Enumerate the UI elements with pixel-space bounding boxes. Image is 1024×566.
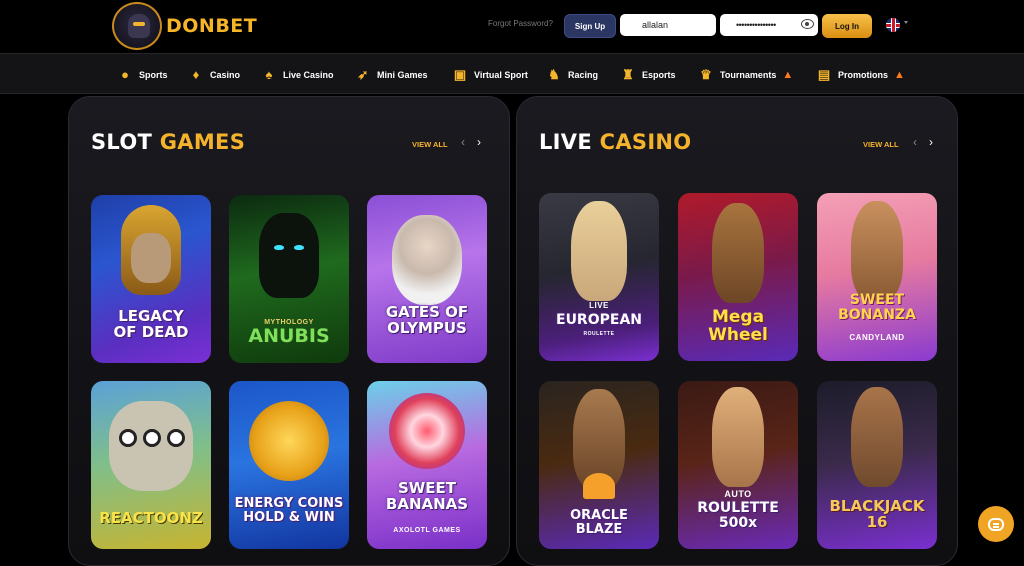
chat-icon: [988, 517, 1004, 531]
brand-name: DONBET: [166, 15, 258, 37]
game-subtitle: CANDYLAND: [849, 333, 905, 342]
fire-icon: ▲: [894, 68, 905, 81]
nav-label: Promotions: [838, 69, 889, 80]
nav-item-virtual-sport[interactable]: ▣ Virtual Sport: [452, 54, 528, 95]
nav-item-live-casino[interactable]: ♠ Live Casino: [261, 54, 334, 95]
live-card-blackjack-16[interactable]: BLACKJACK 16: [817, 381, 937, 549]
game-title: ENERGY COINS HOLD & WIN: [234, 496, 344, 525]
chat-button[interactable]: [978, 506, 1014, 542]
section-title: SLOT GAMES: [91, 130, 246, 154]
signup-button[interactable]: Sign Up: [564, 14, 616, 38]
game-title: EUROPEAN: [556, 312, 642, 328]
nav-label: Virtual Sport: [474, 69, 528, 80]
live-tag: LIVE: [589, 301, 609, 310]
game-card-mythology-anubis[interactable]: MYTHOLOGY ANUBIS: [229, 195, 349, 363]
eye-icon[interactable]: [801, 19, 814, 29]
top-bar: DONBET Forgot Password? Sign Up allalan …: [0, 0, 1024, 52]
nav-label: Racing: [568, 69, 599, 80]
mascot-icon: [112, 2, 162, 50]
nav-item-sports[interactable]: ● Sports: [117, 54, 168, 95]
chevron-down-icon[interactable]: [904, 21, 908, 24]
game-card-legacy-of-dead[interactable]: LEGACY OF DEAD: [91, 195, 211, 363]
fire-icon: ▲: [782, 68, 794, 81]
game-subtitle: ROULETTE: [583, 331, 615, 337]
live-card-european-roulette[interactable]: LIVE EUROPEAN ROULETTE: [539, 193, 659, 361]
game-title: BLACKJACK 16: [829, 497, 925, 531]
password-input[interactable]: •••••••••••••••: [720, 14, 818, 36]
game-title: ROULETTE 500x: [697, 500, 779, 531]
game-card-sweet-bananas[interactable]: SWEET BANANAS AXOLOTL GAMES: [367, 381, 487, 549]
game-title: REACTOONZ: [99, 509, 203, 527]
trophy-icon: ♛: [700, 66, 712, 82]
game-title: GATES OF OLYMPUS: [385, 303, 469, 337]
chevron-left-icon[interactable]: ‹: [461, 135, 465, 149]
nav-label: Live Casino: [283, 69, 334, 80]
game-title: SWEET BANANAS: [385, 479, 469, 513]
nav-item-mini-games[interactable]: ➶ Mini Games: [355, 54, 428, 95]
game-title: ORACLE BLAZE: [570, 508, 628, 537]
basketball-icon: ●: [121, 67, 129, 82]
nav-label: Esports: [642, 69, 676, 80]
game-card-gates-of-olympus[interactable]: GATES OF OLYMPUS: [367, 195, 487, 363]
live-card-auto-roulette[interactable]: AUTO ROULETTE 500x: [678, 381, 798, 549]
nav-label: Sports: [139, 69, 168, 80]
chevron-right-icon[interactable]: ›: [477, 135, 481, 149]
nav-label: Tournaments: [720, 69, 777, 80]
view-all-link[interactable]: VIEW ALL: [863, 140, 899, 149]
username-input[interactable]: allalan: [620, 14, 716, 36]
money-bag-icon: ♦: [192, 67, 200, 82]
nav-label: Casino: [210, 69, 241, 80]
login-button[interactable]: Log In: [822, 14, 872, 38]
live-casino-panel: LIVE CASINO VIEW ALL ‹ › LIVE EUROPEAN R…: [516, 96, 958, 566]
live-tag: AUTO: [724, 489, 752, 499]
nav-item-esports[interactable]: ♜ Esports: [620, 54, 676, 95]
game-title: LEGACY OF DEAD: [113, 307, 189, 341]
game-title: SWEET BONANZA: [838, 292, 916, 323]
gamepad-icon: ▣: [453, 66, 467, 82]
chevron-left-icon[interactable]: ‹: [913, 135, 917, 149]
rocket-icon: ➶: [357, 66, 369, 82]
game-card-energy-coins[interactable]: ENERGY COINS HOLD & WIN: [229, 381, 349, 549]
brand-logo[interactable]: DONBET: [112, 2, 257, 50]
chevron-right-icon[interactable]: ›: [929, 135, 933, 149]
spade-icon: ♠: [265, 67, 273, 82]
nav-item-tournaments[interactable]: ♛ Tournaments ▲: [698, 54, 793, 95]
main-nav: ● Sports ♦ Casino ♠ Live Casino ➶ Mini G…: [0, 53, 1024, 94]
nav-item-racing[interactable]: ♞ Racing: [546, 54, 598, 95]
game-card-reactoonz[interactable]: REACTOONZ: [91, 381, 211, 549]
view-all-link[interactable]: VIEW ALL: [412, 140, 448, 149]
slot-games-panel: SLOT GAMES VIEW ALL ‹ › LEGACY OF DEAD MY…: [68, 96, 510, 566]
game-provider: AXOLOTL GAMES: [393, 527, 461, 534]
password-value: •••••••••••••••: [736, 20, 776, 30]
nav-label: Mini Games: [377, 69, 428, 80]
live-card-sweet-bonanza-candyland[interactable]: SWEET BONANZA CANDYLAND: [817, 193, 937, 361]
nav-item-casino[interactable]: ♦ Casino: [188, 54, 240, 95]
horse-icon: ♞: [548, 66, 560, 82]
uk-flag-icon[interactable]: [886, 18, 900, 32]
ticket-icon: ▤: [817, 66, 831, 82]
live-card-oracle-blaze[interactable]: ORACLE BLAZE: [539, 381, 659, 549]
forgot-password-link[interactable]: Forgot Password?: [488, 19, 553, 28]
soldier-icon: ♜: [622, 66, 634, 82]
game-title: Mega Wheel: [708, 307, 768, 345]
nav-item-promotions[interactable]: ▤ Promotions ▲: [816, 54, 905, 95]
game-title: ANUBIS: [248, 325, 330, 347]
live-card-mega-wheel[interactable]: Mega Wheel: [678, 193, 798, 361]
section-title: LIVE CASINO: [539, 130, 692, 154]
